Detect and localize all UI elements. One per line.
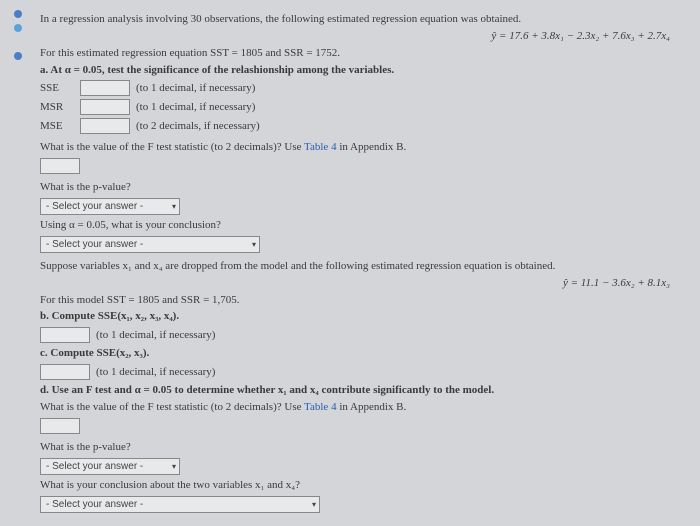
pvalue-select[interactable]: - Select your answer - ▾ [40, 198, 180, 215]
mse-input[interactable] [80, 118, 130, 134]
sse-hint: (to 1 decimal, if necessary) [136, 82, 255, 94]
msr-hint: (to 1 decimal, if necessary) [136, 101, 255, 113]
f-stat-input-2[interactable] [40, 418, 80, 434]
pvalue-select-2[interactable]: - Select your answer - ▾ [40, 458, 180, 475]
table-4-link[interactable]: Table 4 [304, 141, 337, 153]
pvalue-question-2: What is the p-value? [40, 440, 680, 455]
f-q2-text: What is the value of the F test statisti… [40, 401, 304, 413]
part-a-text: a. At α = 0.05, test the significance of… [40, 63, 680, 78]
using-alpha-text: Using α = 0.05, what is your conclusion? [40, 218, 680, 233]
select-text: - Select your answer - [46, 201, 143, 212]
chevron-down-icon: ▾ [312, 500, 316, 509]
mse-label: MSE [40, 120, 74, 132]
c-hint: (to 1 decimal, if necessary) [96, 366, 215, 378]
f-q-text: What is the value of the F test statisti… [40, 141, 304, 153]
msr-label: MSR [40, 101, 74, 113]
part-b-text: b. Compute SSE(x₁, x₂, x₃, x₄). [40, 309, 680, 324]
conclusion-question: What is your conclusion about the two va… [40, 478, 680, 493]
select-text: - Select your answer - [46, 461, 143, 472]
chevron-down-icon: ▾ [252, 240, 256, 249]
mse-hint: (to 2 decimals, if necessary) [136, 120, 260, 132]
part-d-text: d. Use an F test and α = 0.05 to determi… [40, 383, 680, 398]
chevron-down-icon: ▾ [172, 202, 176, 211]
chevron-down-icon: ▾ [172, 462, 176, 471]
f-stat-question-2: What is the value of the F test statisti… [40, 400, 680, 415]
pvalue-question: What is the p-value? [40, 180, 680, 195]
appendix-text: in Appendix B. [337, 141, 407, 153]
conclusion-select[interactable]: - Select your answer - ▾ [40, 236, 260, 253]
suppose-text: Suppose variables x₁ and x₄ are dropped … [40, 259, 680, 274]
conclusion-select-2[interactable]: - Select your answer - ▾ [40, 496, 320, 513]
select-text: - Select your answer - [46, 499, 143, 510]
appendix-text-2: in Appendix B. [337, 401, 407, 413]
for-model-text: For this model SST = 1805 and SSR = 1,70… [40, 293, 680, 308]
equation-2: ŷ = 11.1 − 3.6x₂ + 8.1x₃ [40, 276, 680, 291]
bullet-icon [14, 10, 22, 18]
sse-label: SSE [40, 82, 74, 94]
part-c-text: c. Compute SSE(x₂, x₃). [40, 346, 680, 361]
f-stat-question: What is the value of the F test statisti… [40, 140, 680, 155]
msr-input[interactable] [80, 99, 130, 115]
sse-input[interactable] [80, 80, 130, 96]
sst-ssr-text: For this estimated regression equation S… [40, 46, 680, 61]
bullet-icon [14, 52, 22, 60]
b-hint: (to 1 decimal, if necessary) [96, 329, 215, 341]
f-stat-input[interactable] [40, 158, 80, 174]
equation-1: ŷ = 17.6 + 3.8x₁ − 2.3x₂ + 7.6x₃ + 2.7x₄ [40, 29, 680, 44]
select-text: - Select your answer - [46, 239, 143, 250]
bullet-icon [14, 24, 22, 32]
table-4-link-2[interactable]: Table 4 [304, 401, 337, 413]
sse-b-input[interactable] [40, 327, 90, 343]
intro-text: In a regression analysis involving 30 ob… [40, 12, 680, 27]
sse-c-input[interactable] [40, 364, 90, 380]
